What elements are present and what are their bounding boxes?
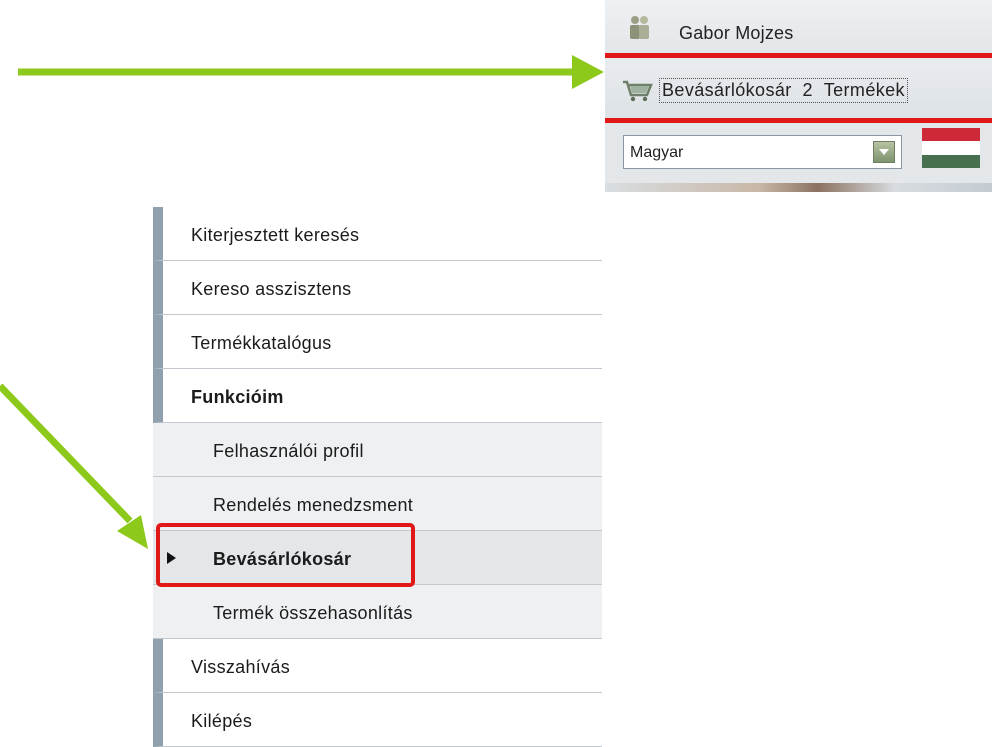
menu-item-label: Funkcióim — [191, 387, 284, 407]
side-menu: Kiterjesztett keresés Kereso asszisztens… — [153, 207, 602, 747]
menu-item-label: Felhasználói profil — [213, 441, 364, 461]
cart-label: Bevásárlókosár — [662, 80, 792, 100]
user-icon — [630, 16, 649, 39]
menu-item-product-catalog[interactable]: Termékkatalógus — [153, 315, 602, 369]
user-row[interactable]: Gabor Mojzes — [605, 0, 992, 54]
menu-item-advanced-search[interactable]: Kiterjesztett keresés — [153, 207, 602, 261]
submenu-item-shopping-cart[interactable]: Bevásárlókosár — [153, 531, 602, 585]
menu-item-label: Kiterjesztett keresés — [191, 225, 360, 245]
menu-item-label: Visszahívás — [191, 657, 291, 677]
menu-item-label: Termék összehasonlítás — [213, 603, 413, 623]
active-arrow-icon — [167, 552, 176, 564]
language-select[interactable]: Magyar — [623, 135, 902, 169]
decorative-banner-strip — [605, 183, 992, 192]
menu-item-callback[interactable]: Visszahívás — [153, 639, 602, 693]
hungarian-flag-icon[interactable] — [922, 128, 980, 168]
cart-row[interactable]: Bevásárlókosár 2 Termékek — [605, 53, 992, 123]
cart-icon — [623, 80, 653, 102]
menu-item-label: Termékkatalógus — [191, 333, 332, 353]
chevron-down-icon[interactable] — [873, 141, 895, 163]
menu-item-search-assistant[interactable]: Kereso asszisztens — [153, 261, 602, 315]
language-row: Magyar — [605, 123, 992, 183]
submenu-item-order-management[interactable]: Rendelés menedzsment — [153, 477, 602, 531]
cart-unit: Termékek — [823, 80, 905, 100]
language-select-value: Magyar — [630, 144, 684, 161]
flag-stripe-white — [922, 141, 980, 155]
cart-link[interactable]: Bevásárlókosár 2 Termékek — [659, 78, 908, 103]
menu-item-my-functions[interactable]: Funkcióim — [153, 369, 602, 423]
menu-item-logout[interactable]: Kilépés — [153, 693, 602, 747]
menu-item-label: Rendelés menedzsment — [213, 495, 414, 515]
cart-count: 2 — [802, 80, 813, 100]
flag-stripe-red — [922, 128, 980, 142]
menu-item-label: Bevásárlókosár — [213, 549, 352, 569]
menu-item-label: Kilépés — [191, 711, 253, 731]
annotation-arrow-menu — [0, 383, 148, 549]
flag-stripe-green — [922, 154, 980, 168]
submenu-item-user-profile[interactable]: Felhasználói profil — [153, 423, 602, 477]
annotation-arrow-header — [18, 55, 604, 89]
user-name[interactable]: Gabor Mojzes — [679, 23, 793, 44]
submenu-item-product-compare[interactable]: Termék összehasonlítás — [153, 585, 602, 639]
menu-item-label: Kereso asszisztens — [191, 279, 352, 299]
header-panel: Gabor Mojzes Bevásárlókosár 2 Termékek M… — [605, 0, 992, 192]
